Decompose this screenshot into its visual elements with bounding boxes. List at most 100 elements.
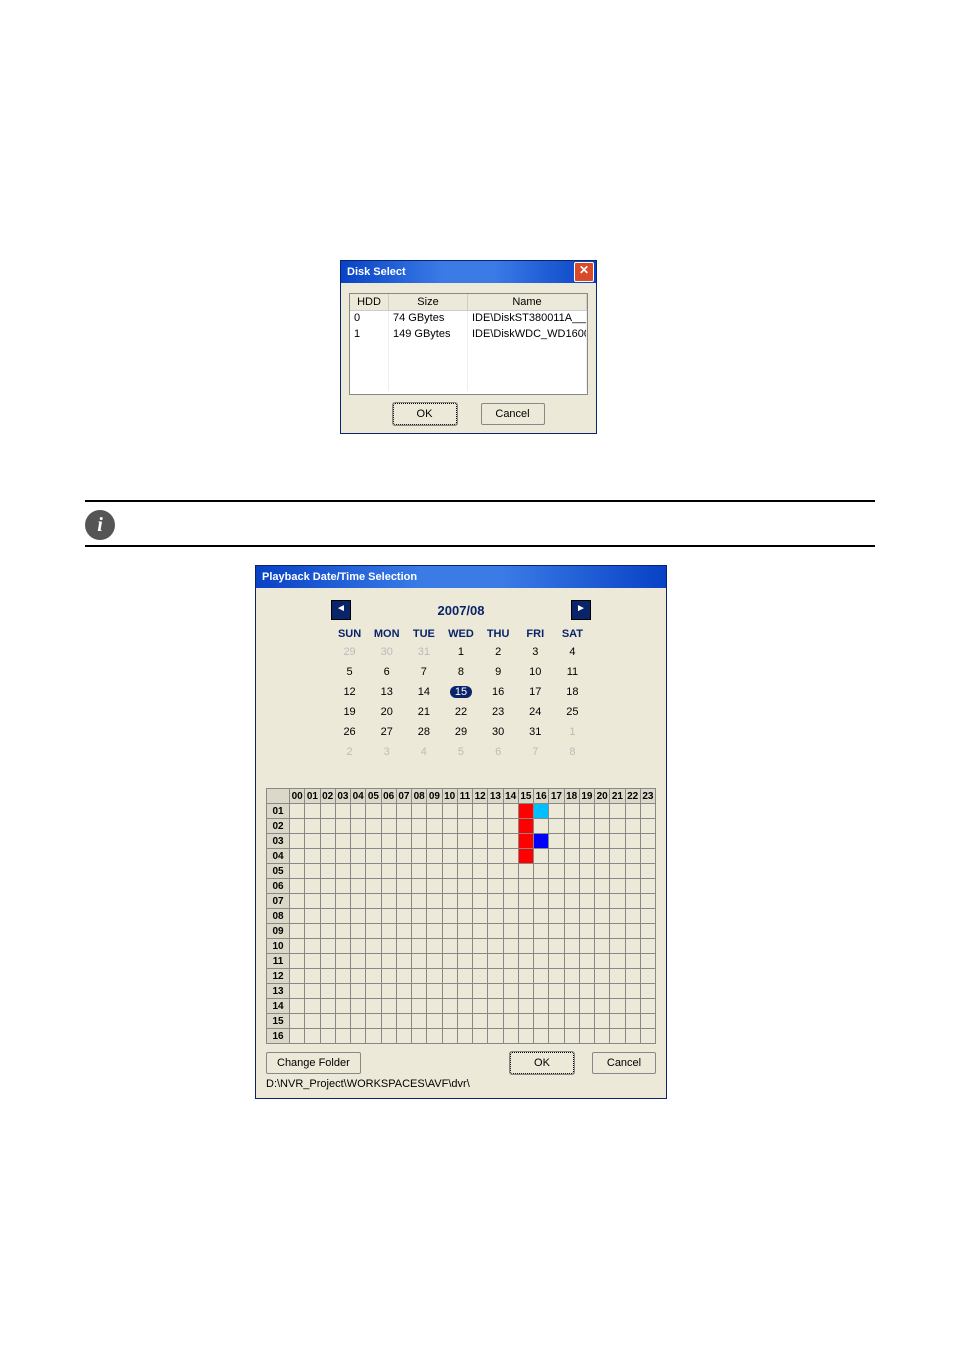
time-cell[interactable] (290, 1014, 305, 1029)
time-cell[interactable] (534, 1029, 549, 1044)
time-cell[interactable] (412, 924, 427, 939)
time-cell[interactable] (366, 819, 381, 834)
time-cell[interactable] (320, 909, 335, 924)
time-cell[interactable] (610, 1029, 625, 1044)
time-cell[interactable] (366, 939, 381, 954)
time-cell[interactable] (473, 999, 488, 1014)
calendar-day[interactable]: 31 (517, 722, 554, 742)
time-cell[interactable] (640, 999, 655, 1014)
time-cell[interactable] (579, 954, 594, 969)
time-cell[interactable] (320, 1029, 335, 1044)
time-cell[interactable] (396, 864, 411, 879)
time-cell[interactable] (427, 924, 442, 939)
time-cell[interactable] (625, 849, 640, 864)
time-cell[interactable] (305, 849, 320, 864)
time-cell[interactable] (488, 939, 503, 954)
calendar-day[interactable]: 16 (480, 682, 517, 702)
time-cell[interactable] (381, 819, 396, 834)
time-cell[interactable] (335, 969, 350, 984)
time-cell[interactable] (427, 819, 442, 834)
time-cell[interactable] (549, 894, 564, 909)
time-cell[interactable] (549, 1014, 564, 1029)
calendar-day[interactable]: 4 (405, 742, 442, 762)
calendar-day[interactable]: 5 (331, 662, 368, 682)
time-cell[interactable] (335, 984, 350, 999)
time-cell[interactable] (305, 969, 320, 984)
time-cell[interactable] (381, 1014, 396, 1029)
time-cell[interactable] (320, 819, 335, 834)
time-cell[interactable] (473, 909, 488, 924)
time-cell[interactable] (579, 804, 594, 819)
time-cell[interactable] (351, 804, 366, 819)
time-cell[interactable] (549, 804, 564, 819)
time-cell[interactable] (625, 1014, 640, 1029)
time-cell[interactable] (518, 999, 533, 1014)
time-cell[interactable] (427, 834, 442, 849)
time-cell[interactable] (412, 969, 427, 984)
time-cell[interactable] (457, 1029, 472, 1044)
time-cell[interactable] (335, 879, 350, 894)
time-cell[interactable] (366, 969, 381, 984)
time-cell[interactable] (457, 834, 472, 849)
time-cell[interactable] (640, 849, 655, 864)
time-cell[interactable] (579, 1014, 594, 1029)
time-cell[interactable] (503, 984, 518, 999)
time-cell[interactable] (442, 1029, 457, 1044)
time-cell[interactable] (412, 864, 427, 879)
calendar-day[interactable]: 18 (554, 682, 591, 702)
time-cell[interactable] (366, 999, 381, 1014)
time-cell[interactable] (442, 954, 457, 969)
time-cell[interactable] (473, 879, 488, 894)
time-cell[interactable] (549, 954, 564, 969)
time-cell[interactable] (396, 834, 411, 849)
calendar-day[interactable]: 30 (480, 722, 517, 742)
time-cell[interactable] (610, 834, 625, 849)
time-cell[interactable] (640, 954, 655, 969)
time-cell[interactable] (625, 879, 640, 894)
time-cell[interactable] (518, 969, 533, 984)
calendar-day[interactable]: 8 (442, 662, 479, 682)
time-cell[interactable] (595, 954, 610, 969)
time-cell[interactable] (610, 969, 625, 984)
time-cell[interactable] (579, 879, 594, 894)
time-cell[interactable] (366, 984, 381, 999)
time-cell[interactable] (396, 969, 411, 984)
calendar-day[interactable]: 12 (331, 682, 368, 702)
time-cell[interactable] (625, 834, 640, 849)
time-cell[interactable] (579, 1029, 594, 1044)
time-cell[interactable] (473, 924, 488, 939)
time-cell[interactable] (640, 804, 655, 819)
time-cell[interactable] (610, 954, 625, 969)
time-cell[interactable] (625, 984, 640, 999)
time-cell[interactable] (290, 864, 305, 879)
time-cell[interactable] (335, 909, 350, 924)
time-cell[interactable] (488, 834, 503, 849)
calendar-day[interactable]: 7 (405, 662, 442, 682)
time-cell[interactable] (625, 864, 640, 879)
time-cell[interactable] (457, 1014, 472, 1029)
time-cell[interactable] (442, 834, 457, 849)
time-cell[interactable] (457, 969, 472, 984)
time-cell[interactable] (381, 879, 396, 894)
time-cell[interactable] (595, 894, 610, 909)
time-cell[interactable] (503, 909, 518, 924)
time-cell[interactable] (579, 924, 594, 939)
time-cell[interactable] (442, 969, 457, 984)
time-cell[interactable] (549, 879, 564, 894)
calendar-day[interactable]: 11 (554, 662, 591, 682)
time-cell[interactable] (579, 894, 594, 909)
time-cell[interactable] (442, 984, 457, 999)
calendar-day[interactable]: 5 (442, 742, 479, 762)
time-cell[interactable] (488, 819, 503, 834)
time-cell[interactable] (549, 909, 564, 924)
time-cell[interactable] (427, 969, 442, 984)
time-cell[interactable] (335, 954, 350, 969)
time-cell[interactable] (503, 924, 518, 939)
time-cell[interactable] (488, 1014, 503, 1029)
time-cell[interactable] (518, 849, 533, 864)
time-cell[interactable] (625, 999, 640, 1014)
time-cell[interactable] (412, 984, 427, 999)
time-cell[interactable] (290, 819, 305, 834)
time-cell[interactable] (381, 939, 396, 954)
time-cell[interactable] (503, 819, 518, 834)
